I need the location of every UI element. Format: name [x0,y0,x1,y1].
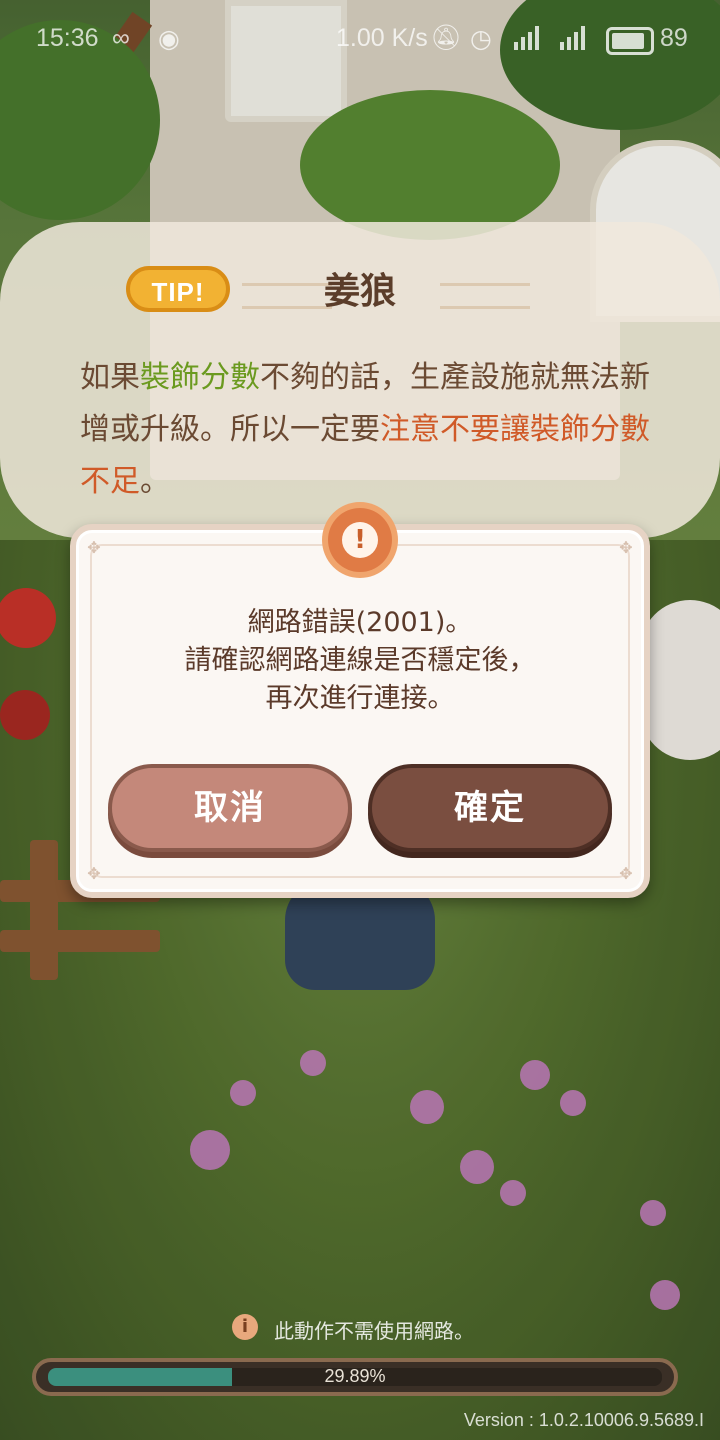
sync-icon: ◉ [158,25,180,53]
dialog-message-line: 網路錯誤(2001)。 [247,607,473,638]
warning-exclamation: ! [354,525,366,555]
dialog-message-line: 請確認網路連線是否穩定後， [184,645,536,676]
tip-highlight-green: 裝飾分數 [140,360,260,395]
dialog-message: 網路錯誤(2001)。 請確認網路連線是否穩定後， 再次進行連接。 [70,604,650,718]
battery-percent: 89 [660,24,688,52]
status-net-speed: 1.00 K/s [336,24,428,52]
loading-progress-bar: 29.89% [32,1358,678,1396]
status-bar: 15:36 ∞ ◉ 1.00 K/s 🔕︎ ◷ 89 [0,0,720,78]
offline-notice-text: 此動作不需使用網路。 [274,1319,474,1343]
confirm-button[interactable]: 確定 [368,764,612,852]
status-time: 15:36 [36,24,99,52]
signal-4g-icon [514,26,540,50]
tip-speaker-name: 姜狼 [323,271,396,312]
progress-percent: 29.89% [324,1366,386,1386]
mute-icon: 🔕︎ [430,24,462,52]
offline-notice: i 此動作不需使用網路。 [0,1312,720,1348]
info-icon: i [232,1314,258,1340]
dialog-message-line: 再次進行連接。 [265,683,455,714]
tip-message: 如果裝飾分數不夠的話，生產設施就無法新增或升級。所以一定要注意不要讓裝飾分數不足… [80,360,650,499]
infinity-icon: ∞ [112,24,130,52]
alarm-icon: ◷ [470,25,492,53]
cancel-button[interactable]: 取消 [108,764,352,852]
corner-ornament: ✥ [87,864,101,883]
corner-ornament: ✥ [619,538,633,557]
corner-ornament: ✥ [87,538,101,557]
corner-ornament: ✥ [619,864,633,883]
version-label: Version : 1.0.2.10006.9.5689.I [463,1410,704,1430]
signal-4g-plus-icon [560,26,586,50]
battery-icon [606,27,654,55]
